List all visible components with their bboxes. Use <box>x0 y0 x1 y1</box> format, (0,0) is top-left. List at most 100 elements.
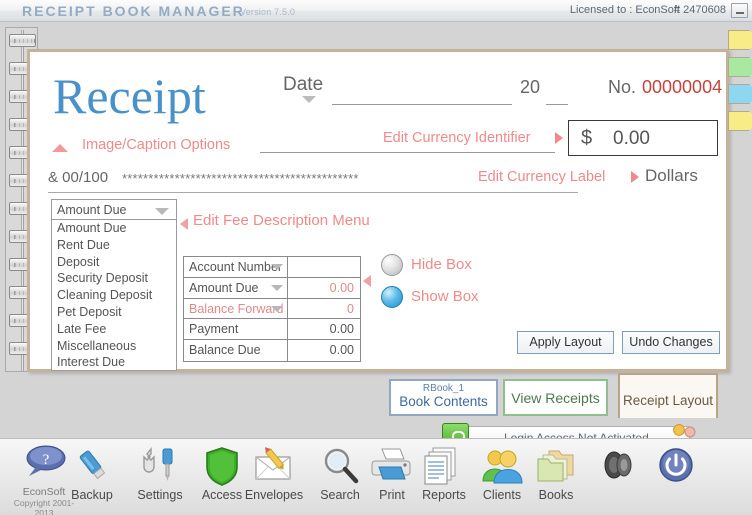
minimize-icon[interactable] <box>731 3 748 18</box>
table-row-value[interactable] <box>288 257 360 277</box>
edit-currency-identifier-link[interactable]: Edit Currency Identifier <box>383 130 530 146</box>
currency-amount-box[interactable]: $ 0.00 <box>568 120 718 156</box>
table-row-value[interactable]: 0.00 <box>288 340 360 361</box>
fee-option[interactable]: Interest Due <box>52 354 176 371</box>
tab-view-receipts[interactable]: View Receipts <box>503 379 608 416</box>
tab-book-sub: RBook_1 <box>391 383 496 394</box>
table-row-value[interactable]: 0 <box>288 299 360 319</box>
chevron-down-icon[interactable] <box>271 264 283 270</box>
speaker-icon <box>586 445 650 487</box>
table-row[interactable]: Amount Due0.00 <box>184 278 360 299</box>
toolbar-button-label: Settings <box>128 488 192 502</box>
show-box-label[interactable]: Show Box <box>411 288 479 305</box>
fee-option[interactable]: Cleaning Deposit <box>52 287 176 304</box>
chevron-down-icon[interactable] <box>302 96 316 103</box>
star-filler: ****************************************… <box>122 171 359 186</box>
fee-option[interactable]: Security Deposit <box>52 270 176 287</box>
wrench-screwdriver-icon <box>128 445 192 487</box>
power-icon <box>644 445 708 487</box>
receipt-heading: Receipt <box>53 67 206 125</box>
index-tab[interactable] <box>728 84 750 104</box>
toolbar-button-label: Backup <box>60 488 124 502</box>
toolbar-button-label: Books <box>524 488 588 502</box>
currency-symbol: $ <box>581 127 592 150</box>
fee-option[interactable]: Miscellaneous <box>52 338 176 355</box>
toolbar-button-reports[interactable]: Reports <box>412 445 476 502</box>
folders-icon <box>524 445 588 487</box>
toolbar-button-label: Reports <box>412 488 476 502</box>
tab-book-contents[interactable]: RBook_1 Book Contents <box>389 379 498 416</box>
toolbar-button-power[interactable] <box>644 445 708 488</box>
table-row-label[interactable]: Balance Forward <box>184 299 288 319</box>
triangle-left-icon <box>363 275 371 287</box>
undo-changes-button[interactable]: Undo Changes <box>622 331 720 354</box>
triangle-up-icon[interactable] <box>52 144 68 152</box>
toolbar-button-backup[interactable]: Backup <box>60 445 124 502</box>
apply-layout-button[interactable]: Apply Layout <box>517 331 614 354</box>
currency-amount-value: 0.00 <box>613 128 650 150</box>
account-table: Account NumberAmount Due0.00Balance Forw… <box>183 256 361 362</box>
show-box-radio[interactable] <box>381 286 403 308</box>
documents-icon <box>412 445 476 487</box>
chevron-down-icon <box>155 208 169 215</box>
toolbar-button-speaker[interactable] <box>586 445 650 488</box>
table-row-label[interactable]: Amount Due <box>184 278 288 298</box>
year-prefix: 20 <box>520 77 540 98</box>
receipt-number-value: 00000004 <box>642 77 722 98</box>
receipt-number-label: No. <box>608 77 636 98</box>
toolbar-button-envelopes[interactable]: Envelopes <box>242 445 306 502</box>
app-title: RECEIPT BOOK MANAGER <box>22 3 245 19</box>
edit-currency-label-link[interactable]: Edit Currency Label <box>478 169 605 185</box>
toolbar-button-books[interactable]: Books <box>524 445 588 502</box>
title-bar: RECEIPT BOOK MANAGER Version 7.5.0 Licen… <box>0 0 752 22</box>
bottom-toolbar: ? EconSoft Copyright 2001-2013 BackupSet… <box>0 438 752 515</box>
envelope-pencil-icon <box>242 445 306 487</box>
serial-number: # 2470608 <box>674 4 726 16</box>
table-row-label: Balance Due <box>184 340 288 361</box>
date-label: Date <box>283 74 323 96</box>
toolbar-button-label: Envelopes <box>242 488 306 502</box>
fee-option[interactable]: Pet Deposit <box>52 304 176 321</box>
tab-receipt-layout[interactable]: Receipt Layout <box>618 373 718 418</box>
fee-option[interactable]: Amount Due <box>52 220 176 237</box>
index-tab[interactable] <box>728 111 750 131</box>
receipt-page: Receipt Date 20 No. 00000004 Image/Capti… <box>27 49 729 372</box>
table-row[interactable]: Balance Forward0 <box>184 299 360 320</box>
svg-text:?: ? <box>43 452 50 468</box>
table-row-value[interactable]: 0.00 <box>288 319 360 339</box>
triangle-left-icon <box>180 218 188 230</box>
fee-option[interactable]: Late Fee <box>52 321 176 338</box>
fee-description-options[interactable]: Amount DueRent DueDepositSecurity Deposi… <box>51 220 177 371</box>
chevron-down-icon[interactable] <box>271 306 283 312</box>
currency-word: Dollars <box>645 166 698 186</box>
usb-drive-icon <box>60 445 124 487</box>
workspace: Receipt Date 20 No. 00000004 Image/Capti… <box>0 22 752 438</box>
amount-words-line <box>48 192 578 193</box>
toolbar-button-settings[interactable]: Settings <box>128 445 192 502</box>
table-row[interactable]: Account Number <box>184 257 360 278</box>
date-input-line[interactable] <box>332 104 512 105</box>
license-text: Licensed to : EconSoft <box>570 4 680 16</box>
hide-box-label[interactable]: Hide Box <box>411 256 472 273</box>
table-row-value[interactable]: 0.00 <box>288 278 360 298</box>
tab-book-label: Book Contents <box>391 394 496 409</box>
fee-option[interactable]: Rent Due <box>52 237 176 254</box>
pay-to-line[interactable] <box>260 152 555 153</box>
chevron-down-icon[interactable] <box>271 285 283 291</box>
triangle-right-icon <box>631 171 639 183</box>
fee-description-selected: Amount Due <box>57 203 126 217</box>
app-version: Version 7.5.0 <box>240 7 295 17</box>
triangle-right-icon <box>555 132 563 144</box>
table-row-label[interactable]: Account Number <box>184 257 288 277</box>
fee-option[interactable]: Deposit <box>52 254 176 271</box>
fee-description-select[interactable]: Amount Due <box>51 199 177 220</box>
year-input-line[interactable] <box>546 104 568 105</box>
hide-box-radio[interactable] <box>381 254 403 276</box>
table-row-label: Payment <box>184 319 288 339</box>
edit-fee-description-menu-link[interactable]: Edit Fee Description Menu <box>193 212 370 229</box>
table-row[interactable]: Balance Due0.00 <box>184 340 360 361</box>
index-tab[interactable] <box>728 57 750 77</box>
index-tab[interactable] <box>728 30 750 50</box>
image-caption-options-link[interactable]: Image/Caption Options <box>82 137 230 153</box>
table-row[interactable]: Payment0.00 <box>184 319 360 340</box>
